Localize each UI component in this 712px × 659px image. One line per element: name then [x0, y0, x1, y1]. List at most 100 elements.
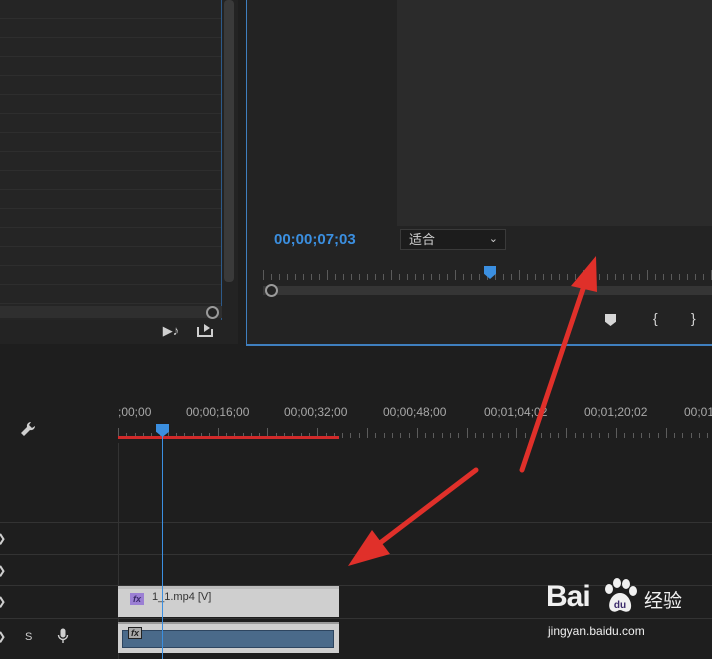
project-list-row[interactable] [0, 209, 221, 228]
wrench-icon[interactable] [19, 420, 37, 443]
ruler-tick [615, 274, 616, 280]
fx-badge: fx [128, 627, 142, 639]
ruler-label: 00;00;16;00 [186, 405, 250, 419]
ruler-tick [591, 274, 592, 280]
track-v2-controls: ❯ [0, 560, 118, 590]
project-list-row[interactable] [0, 76, 221, 95]
ruler-tick [679, 274, 680, 280]
project-list-row[interactable] [0, 0, 221, 19]
mark-in-icon[interactable]: { [653, 310, 658, 326]
project-list-row[interactable] [0, 57, 221, 76]
track-expand-icon[interactable]: ❯ [0, 532, 6, 545]
ruler-tick [287, 274, 288, 280]
audio-waveform [122, 630, 334, 648]
ruler-tick [511, 274, 512, 280]
project-list-row[interactable] [0, 152, 221, 171]
ruler-tick [499, 433, 501, 438]
project-list-row[interactable] [0, 285, 221, 304]
ruler-tick [303, 274, 304, 280]
project-list-row[interactable] [0, 95, 221, 114]
project-horizontal-scrollbar[interactable] [0, 306, 222, 318]
project-list-row[interactable] [0, 190, 221, 209]
ruler-tick [557, 433, 559, 438]
audio-clip[interactable]: fx [118, 622, 339, 653]
track-expand-icon[interactable]: ❯ [0, 630, 6, 643]
ruler-label: 00;01;04;02 [484, 405, 548, 419]
chevron-down-icon: ⌄ [488, 233, 498, 245]
ruler-tick [433, 433, 435, 438]
timeline-ruler-labels: ;00;00 00;00;16;00 00;00;32;00 00;00;48;… [118, 405, 712, 421]
track-expand-icon[interactable]: ❯ [0, 595, 6, 608]
track-v3-controls: ❯ [0, 528, 118, 558]
ruler-tick [671, 274, 672, 280]
ruler-tick [657, 433, 659, 438]
solo-track-button[interactable]: S [25, 631, 32, 643]
ruler-tick [479, 274, 480, 280]
ruler-tick [416, 428, 418, 438]
ruler-tick [407, 274, 408, 280]
project-list-row[interactable] [0, 247, 221, 266]
playhead-line [162, 436, 163, 659]
ruler-tick [439, 274, 440, 280]
video-preview [397, 0, 712, 226]
ruler-tick [391, 270, 392, 280]
ruler-tick [495, 274, 496, 280]
ruler-tick [466, 428, 468, 438]
video-clip[interactable]: fx 1_1.mp4 [V] [118, 586, 339, 617]
ruler-tick [623, 274, 624, 280]
fit-zoom-select[interactable]: 适合 ⌄ [400, 229, 506, 250]
ruler-tick [582, 433, 584, 438]
track-expand-icon[interactable]: ❯ [0, 564, 6, 577]
ruler-tick [624, 433, 626, 438]
ruler-tick [574, 433, 576, 438]
mark-out-icon[interactable]: } [691, 310, 696, 326]
ruler-tick [350, 433, 352, 438]
program-timecode[interactable]: 00;00;07;03 [274, 231, 356, 248]
ruler-tick [391, 433, 393, 438]
microphone-icon[interactable] [57, 628, 69, 647]
track-a1-controls: ❯ S [0, 626, 118, 656]
export-frame-icon[interactable] [194, 323, 216, 339]
baidu-watermark: Bai du 经验 jingyan.baidu.com [540, 578, 690, 644]
project-list-row[interactable] [0, 266, 221, 285]
watermark-logo: Bai [546, 580, 591, 613]
baidu-paw-icon: du [605, 578, 637, 612]
ruler-tick [607, 433, 609, 438]
project-list-row[interactable] [0, 114, 221, 133]
insert-audio-icon[interactable]: ▶♪ [160, 323, 182, 339]
add-marker-icon[interactable] [605, 314, 616, 326]
program-zoom-knob[interactable] [265, 284, 278, 297]
program-zoom-bar[interactable] [263, 286, 712, 295]
ruler-tick [367, 274, 368, 280]
ruler-tick [559, 274, 560, 280]
zoom-slider-knob[interactable] [206, 306, 219, 319]
ruler-tick [543, 274, 544, 280]
ruler-tick [631, 274, 632, 280]
ruler-tick [359, 274, 360, 280]
ruler-tick [383, 274, 384, 280]
project-list-row[interactable] [0, 228, 221, 247]
ruler-tick [616, 428, 617, 438]
project-list-row[interactable] [0, 171, 221, 190]
ruler-label: 00;01 [684, 405, 712, 419]
project-vertical-scrollbar[interactable] [224, 0, 234, 282]
work-area-bar[interactable] [118, 436, 339, 439]
project-list-row[interactable] [0, 38, 221, 57]
ruler-tick [599, 274, 600, 280]
ruler-tick [632, 433, 634, 438]
ruler-tick [400, 433, 402, 438]
ruler-tick [599, 433, 601, 438]
ruler-tick [343, 274, 344, 280]
project-list-row[interactable] [0, 19, 221, 38]
project-list[interactable] [0, 0, 222, 320]
ruler-tick [687, 274, 688, 280]
ruler-tick [408, 433, 410, 438]
ruler-tick [647, 270, 648, 280]
project-panel: ▶♪ [0, 0, 238, 344]
ruler-tick [399, 274, 400, 280]
ruler-tick [358, 433, 360, 438]
ruler-tick [491, 433, 493, 438]
ruler-tick [566, 428, 568, 438]
project-list-row[interactable] [0, 133, 221, 152]
ruler-tick [474, 433, 476, 438]
